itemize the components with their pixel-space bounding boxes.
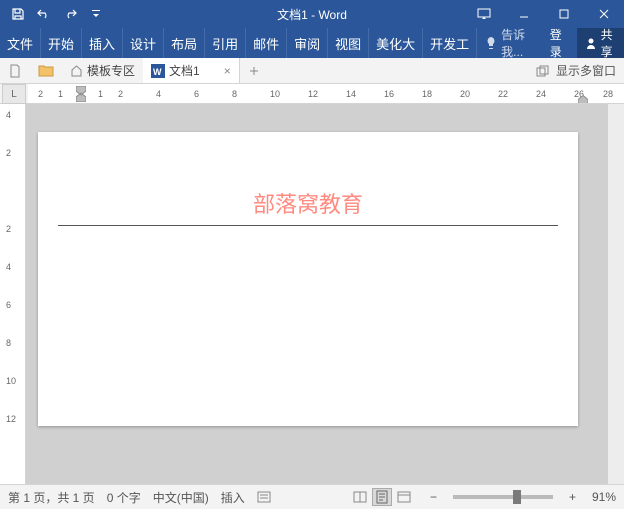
macro-button[interactable] (257, 490, 271, 504)
page[interactable]: 部落窝教育 (38, 132, 578, 426)
tab-selector[interactable]: L (2, 84, 26, 104)
maximize-button[interactable] (544, 0, 584, 28)
tab-insert[interactable]: 插入 (82, 28, 123, 58)
plus-icon (248, 65, 260, 77)
open-folder-button[interactable] (30, 58, 62, 83)
vertical-scrollbar[interactable] (608, 104, 624, 484)
tab-view[interactable]: 视图 (328, 28, 369, 58)
indent-marker-icon[interactable] (76, 86, 86, 102)
templates-label: 模板专区 (87, 62, 135, 79)
tell-me-search[interactable]: 告诉我... (477, 28, 542, 58)
page-number[interactable]: 第 1 页，共 1 页 (8, 489, 95, 506)
svg-text:W: W (153, 67, 162, 77)
close-button[interactable] (584, 0, 624, 28)
zoom-thumb[interactable] (513, 490, 521, 504)
web-layout-button[interactable] (394, 488, 414, 506)
tab-developer[interactable]: 开发工 (423, 28, 477, 58)
ribbon-options-button[interactable] (464, 0, 504, 28)
horizontal-ruler-area: L 2 1 1 2 4 6 8 10 12 14 16 18 20 22 24 … (0, 84, 624, 104)
document-area[interactable]: 部落窝教育 (26, 104, 608, 484)
document-header-text[interactable]: 部落窝教育 (58, 187, 558, 219)
templates-tab[interactable]: 模板专区 (62, 58, 143, 83)
windows-icon (536, 65, 550, 77)
folder-icon (38, 64, 54, 77)
tab-close-button[interactable]: × (224, 64, 231, 78)
word-icon: W (151, 64, 165, 78)
tab-layout[interactable]: 布局 (164, 28, 205, 58)
tab-references[interactable]: 引用 (205, 28, 246, 58)
page-icon (376, 490, 388, 504)
right-indent-marker-icon[interactable] (578, 93, 588, 103)
share-button[interactable]: 共享 (577, 28, 624, 58)
read-mode-button[interactable] (350, 488, 370, 506)
vertical-ruler[interactable]: 4 2 2 4 6 8 10 12 (0, 104, 26, 484)
add-tab-button[interactable] (240, 58, 268, 83)
document-tab-label: 文档1 (169, 62, 200, 79)
multi-window-button[interactable]: 显示多窗口 (536, 62, 624, 79)
zoom-slider[interactable] (453, 495, 553, 499)
tab-review[interactable]: 审阅 (287, 28, 328, 58)
ribbon-tabs: 文件 开始 插入 设计 布局 引用 邮件 审阅 视图 美化大 开发工 告诉我..… (0, 28, 624, 58)
zoom-out-button[interactable]: − (426, 490, 441, 504)
document-tab-bar: 模板专区 W 文档1 × 显示多窗口 (0, 58, 624, 84)
zoom-in-button[interactable]: + (565, 490, 580, 504)
window-controls (464, 0, 624, 28)
undo-button[interactable] (32, 2, 56, 26)
tell-me-label: 告诉我... (501, 26, 534, 60)
tab-design[interactable]: 设计 (123, 28, 164, 58)
redo-button[interactable] (58, 2, 82, 26)
save-button[interactable] (6, 2, 30, 26)
qat-customize-button[interactable] (84, 2, 108, 26)
tab-file[interactable]: 文件 (0, 28, 41, 58)
window-title: 文档1 - Word (277, 6, 347, 23)
header-divider (58, 225, 558, 226)
lightbulb-icon (485, 36, 497, 50)
insert-mode[interactable]: 插入 (221, 489, 245, 506)
zoom-level[interactable]: 91% (592, 490, 616, 504)
home-icon (70, 64, 83, 77)
workspace: 4 2 2 4 6 8 10 12 部落窝教育 (0, 104, 624, 484)
tab-beautify[interactable]: 美化大 (369, 28, 423, 58)
multi-window-label: 显示多窗口 (556, 62, 616, 79)
minimize-button[interactable] (504, 0, 544, 28)
new-tab-button[interactable] (0, 58, 30, 83)
print-layout-button[interactable] (372, 488, 392, 506)
page-icon (8, 64, 22, 78)
document-tab[interactable]: W 文档1 × (143, 58, 240, 83)
horizontal-ruler[interactable]: 2 1 1 2 4 6 8 10 12 14 16 18 20 22 24 26… (28, 84, 624, 103)
tab-home[interactable]: 开始 (41, 28, 82, 58)
macro-icon (257, 490, 271, 504)
web-icon (397, 491, 411, 503)
user-icon (585, 37, 597, 49)
view-buttons (350, 488, 414, 506)
word-count[interactable]: 0 个字 (107, 489, 141, 506)
login-button[interactable]: 登录 (542, 28, 577, 58)
read-icon (353, 491, 367, 503)
title-bar: 文档1 - Word (0, 0, 624, 28)
language[interactable]: 中文(中国) (153, 489, 209, 506)
quick-access-toolbar (0, 2, 108, 26)
tab-mailings[interactable]: 邮件 (246, 28, 287, 58)
share-label: 共享 (601, 26, 616, 60)
status-bar: 第 1 页，共 1 页 0 个字 中文(中国) 插入 − + 91% (0, 484, 624, 509)
